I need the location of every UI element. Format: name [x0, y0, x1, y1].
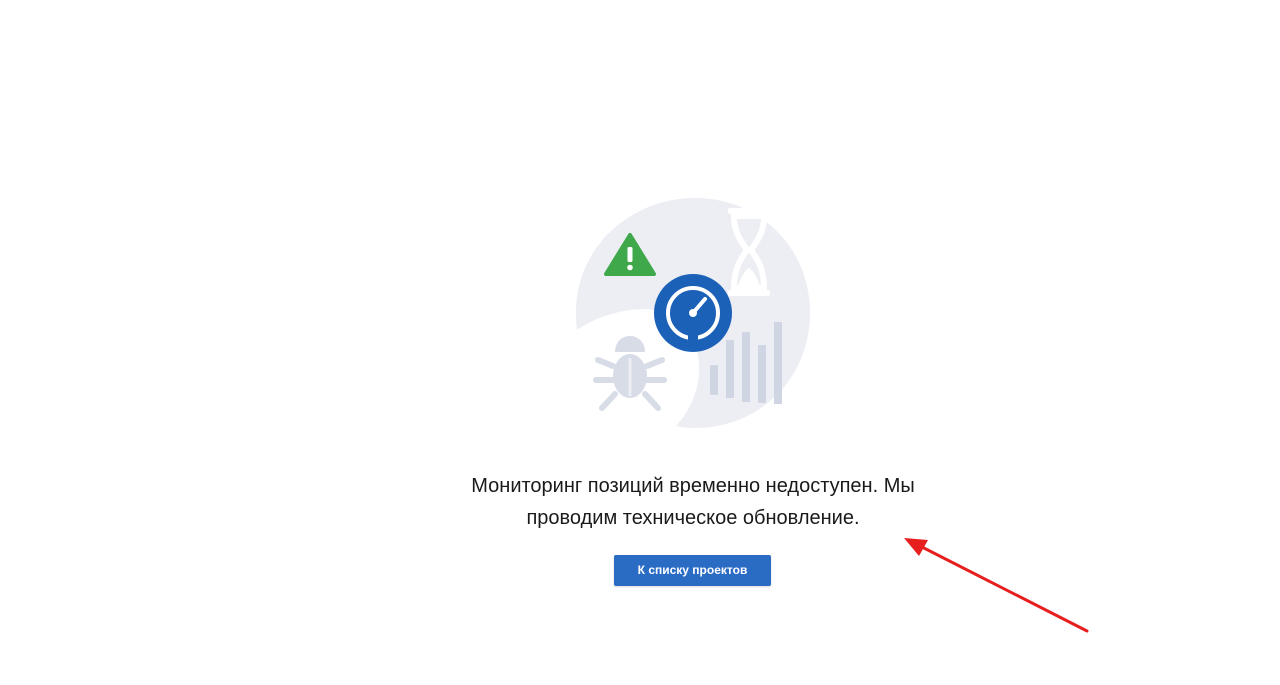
annotation-arrow [890, 525, 1100, 640]
message-line-1: Мониторинг позиций временно недоступен. … [471, 475, 915, 497]
bug-icon [593, 336, 667, 411]
speedometer-icon [654, 274, 732, 352]
back-to-projects-button[interactable]: К списку проектов [614, 555, 771, 586]
maintenance-illustration [570, 190, 820, 440]
maintenance-page: Мониторинг позиций временно недоступен. … [0, 0, 1280, 685]
annotation-arrow-shaft [918, 544, 1089, 633]
